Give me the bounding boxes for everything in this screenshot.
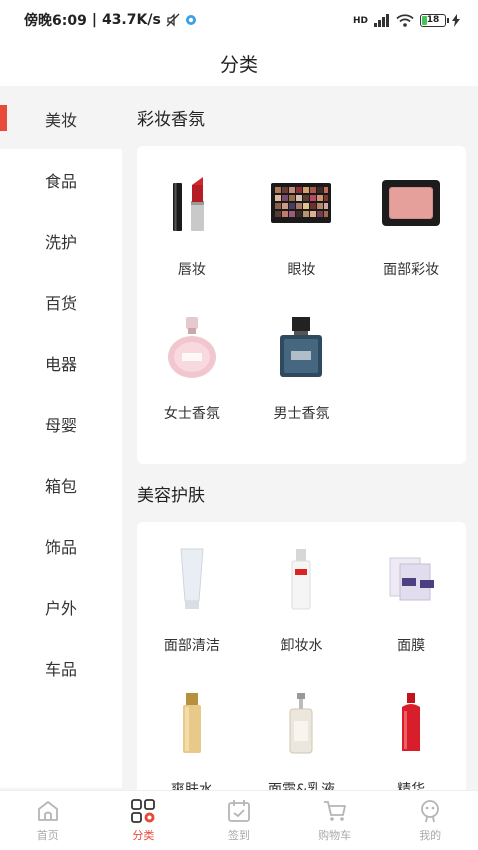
sidebar-item-label: 洗护 (44, 232, 77, 252)
home-icon (37, 801, 58, 821)
subcategory-label: 爽肤水 (170, 782, 213, 790)
subcategory-label: 面部彩妆 (383, 262, 440, 278)
blush-compact-icon (376, 168, 446, 238)
subcategory-label: 面膜 (397, 638, 426, 654)
sidebar-item-bags[interactable]: 箱包 (0, 454, 122, 515)
mute-icon (166, 13, 180, 27)
subcategory-label: 眼妆 (287, 262, 316, 278)
subcategory-eye[interactable]: 眼妆 (247, 164, 357, 308)
category-sidebar: 美妆 食品 洗护 百货 电器 母婴 箱包 饰品 户外 车品 (0, 88, 122, 788)
tab-cart[interactable]: 购物车 (287, 791, 383, 850)
sidebar-item-outdoor[interactable]: 户外 (0, 576, 122, 637)
subcategory-lip[interactable]: 唇妆 (137, 164, 247, 308)
sidebar-item-label: 电器 (44, 354, 77, 374)
app-notification-icon (185, 15, 196, 25)
profile-icon (421, 800, 440, 823)
subcategory-label: 面部清洁 (163, 638, 220, 654)
cleanser-tube-icon (157, 544, 227, 614)
face-mask-icon (376, 544, 446, 614)
lipstick-icon (157, 168, 227, 238)
subcategory-makeup-remover[interactable]: 卸妆水 (247, 540, 357, 684)
network-type: HD (352, 15, 368, 26)
subcategory-mask[interactable]: 面膜 (356, 540, 466, 684)
sidebar-item-general-goods[interactable]: 百货 (0, 271, 122, 332)
tab-checkin[interactable]: 签到 (191, 791, 287, 850)
battery-level: 18 (426, 15, 440, 25)
calendar-checkin-icon (228, 800, 250, 822)
sidebar-item-label: 户外 (44, 598, 77, 618)
sidebar-item-label: 箱包 (44, 476, 77, 496)
mens-perfume-icon (266, 312, 336, 382)
womens-perfume-icon (157, 312, 227, 382)
cart-icon (323, 801, 346, 821)
status-speed: 43.7K/s (101, 12, 161, 28)
sidebar-item-label: 车品 (44, 659, 77, 679)
subcategory-label: 卸妆水 (280, 638, 323, 654)
subcategory-label: 面霜&乳液 (268, 782, 335, 790)
tab-label: 购物车 (318, 829, 352, 842)
tab-label: 签到 (227, 829, 250, 842)
subcategory-mens-fragrance[interactable]: 男士香氛 (247, 308, 357, 452)
sidebar-item-label: 饰品 (44, 537, 77, 557)
tab-profile[interactable]: 我的 (382, 791, 478, 850)
subcategory-grid: 唇妆 眼妆 面部彩妆 女士香氛 男士香氛 (137, 146, 466, 464)
subcategory-label: 女士香氛 (163, 406, 220, 422)
tab-label: 首页 (36, 829, 59, 842)
subcategory-face-makeup[interactable]: 面部彩妆 (356, 164, 466, 308)
category-content: 彩妆香氛 唇妆 眼妆 面部彩妆 女士香氛 男士香氛 美容护肤 面部清洁 卸妆水 … (122, 88, 478, 790)
sidebar-item-accessories[interactable]: 饰品 (0, 515, 122, 576)
sidebar-item-label: 食品 (44, 171, 77, 191)
tab-category[interactable]: 分类 (96, 791, 192, 850)
red-serum-icon (376, 688, 446, 758)
sidebar-item-car[interactable]: 车品 (0, 637, 122, 698)
category-icon (131, 799, 156, 823)
sidebar-item-food[interactable]: 食品 (0, 149, 122, 210)
status-time: 傍晚6:09 (24, 13, 87, 29)
subcategory-label: 精华 (397, 782, 426, 790)
page-title: 分类 (219, 53, 258, 76)
subcategory-cream-lotion[interactable]: 面霜&乳液 (247, 684, 357, 790)
sidebar-item-baby[interactable]: 母婴 (0, 393, 122, 454)
battery-icon: 18 (420, 13, 449, 27)
charging-icon (452, 13, 460, 27)
pump-bottle-icon (266, 688, 336, 758)
sidebar-item-appliances[interactable]: 电器 (0, 332, 122, 393)
sidebar-item-beauty[interactable]: 美妆 (0, 88, 122, 149)
subcategory-serum[interactable]: 精华 (356, 684, 466, 790)
section-title: 美容护肤 (137, 485, 205, 506)
eyeshadow-palette-icon (266, 168, 336, 238)
status-bar: 傍晚6:09 | 43.7K/s HD 18 (0, 0, 478, 40)
bottom-tab-bar: 首页 分类 签到 购物车 我的 (0, 790, 478, 850)
toner-bottle-icon (266, 544, 336, 614)
wifi-icon (396, 13, 414, 27)
subcategory-label: 唇妆 (177, 262, 206, 278)
subcategory-cleanser[interactable]: 面部清洁 (137, 540, 247, 684)
subcategory-womens-fragrance[interactable]: 女士香氛 (137, 308, 247, 452)
page-header: 分类 (0, 40, 478, 86)
subcategory-label: 男士香氛 (273, 406, 330, 422)
sidebar-item-label: 美妆 (44, 110, 77, 130)
tab-home[interactable]: 首页 (0, 791, 96, 850)
sidebar-item-label: 百货 (44, 293, 77, 313)
sidebar-item-label: 母婴 (44, 415, 77, 435)
tab-label: 分类 (132, 829, 155, 842)
gold-bottle-icon (157, 688, 227, 758)
tab-label: 我的 (419, 829, 442, 842)
section-title: 彩妆香氛 (137, 109, 205, 130)
subcategory-toner[interactable]: 爽肤水 (137, 684, 247, 790)
subcategory-grid: 面部清洁 卸妆水 面膜 爽肤水 面霜&乳液 精华 (137, 522, 466, 790)
sidebar-item-washcare[interactable]: 洗护 (0, 210, 122, 271)
signal-icon (374, 13, 389, 27)
